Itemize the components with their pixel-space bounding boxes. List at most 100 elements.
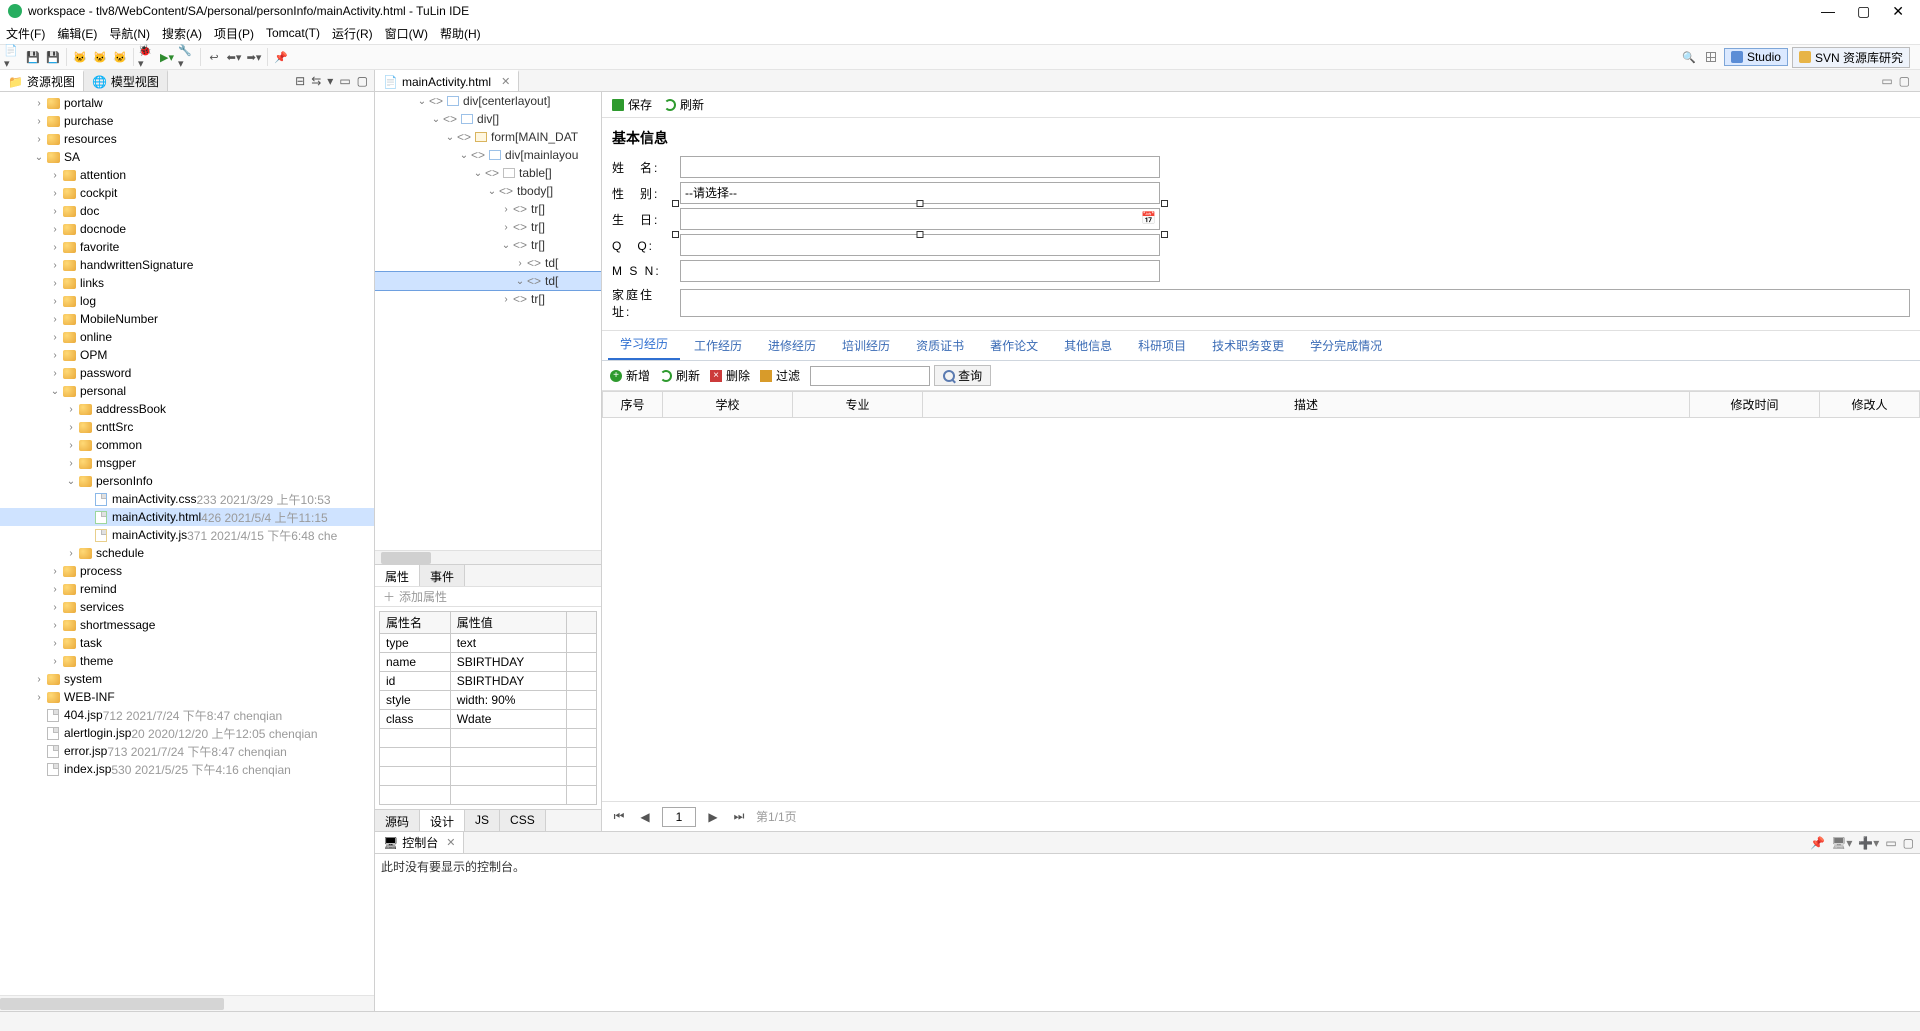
tab-resource-view[interactable]: 📁资源视图: [0, 70, 84, 91]
subtab[interactable]: 其他信息: [1052, 331, 1124, 360]
collapse-all-icon[interactable]: ⊟: [295, 74, 305, 88]
run-dropdown-icon[interactable]: ▶▾: [158, 48, 176, 66]
outline-node[interactable]: ⌄<>div[]: [375, 110, 601, 128]
outline-node[interactable]: ⌄<>div[centerlayout]: [375, 92, 601, 110]
tree-node[interactable]: ⌄personal: [0, 382, 374, 400]
console-pin-icon[interactable]: 📌: [1810, 836, 1825, 850]
property-row[interactable]: stylewidth: 90%: [380, 691, 597, 710]
tree-node[interactable]: ›addressBook: [0, 400, 374, 418]
grid-col-header[interactable]: 专业: [793, 392, 923, 418]
subtab[interactable]: 学分完成情况: [1298, 331, 1394, 360]
tree-node[interactable]: ›cockpit: [0, 184, 374, 202]
outline-node[interactable]: ⌄<>tr[]: [375, 236, 601, 254]
console-tab[interactable]: 🖥 控制台 ✕: [375, 832, 464, 853]
outline-node[interactable]: ⌄<>form[MAIN_DAT: [375, 128, 601, 146]
outline-node[interactable]: ⌄<>div[mainlayou: [375, 146, 601, 164]
tree-node[interactable]: ›attention: [0, 166, 374, 184]
tree-node[interactable]: ›remind: [0, 580, 374, 598]
tree-node[interactable]: ›theme: [0, 652, 374, 670]
tab-model-view[interactable]: 🌐模型视图: [84, 70, 168, 91]
property-row[interactable]: classWdate: [380, 710, 597, 729]
tree-node[interactable]: ›purchase: [0, 112, 374, 130]
sex-select[interactable]: --请选择--: [680, 182, 1160, 204]
menu-edit[interactable]: 编辑(E): [57, 25, 97, 42]
tab-design[interactable]: 设计: [420, 810, 465, 831]
console-display-icon[interactable]: 🖥▾: [1831, 836, 1852, 850]
outline-node[interactable]: ›<>tr[]: [375, 290, 601, 308]
property-row[interactable]: idSBIRTHDAY: [380, 672, 597, 691]
new-dropdown-icon[interactable]: 📄▾: [4, 48, 22, 66]
pager-page-input[interactable]: [662, 807, 696, 827]
tree-node[interactable]: ⌄personInfo: [0, 472, 374, 490]
tree-node[interactable]: ›MobileNumber: [0, 310, 374, 328]
tree-node[interactable]: ›shortmessage: [0, 616, 374, 634]
tree-node[interactable]: ⌄SA: [0, 148, 374, 166]
fwd-history-icon[interactable]: ➡▾: [245, 48, 263, 66]
window-maximize-icon[interactable]: ▢: [1857, 3, 1870, 20]
last-edit-icon[interactable]: ↩: [205, 48, 223, 66]
tree-node[interactable]: alertlogin.jsp 20 2020/12/20 上午12:05 che…: [0, 724, 374, 742]
tree-node[interactable]: ›services: [0, 598, 374, 616]
outline-node[interactable]: ›<>tr[]: [375, 218, 601, 236]
menu-run[interactable]: 运行(R): [332, 25, 373, 42]
subtab[interactable]: 培训经历: [830, 331, 902, 360]
pager-prev-icon[interactable]: ◀: [636, 808, 654, 826]
menu-search[interactable]: 搜索(A): [162, 25, 202, 42]
name-field[interactable]: [680, 156, 1160, 178]
tree-hscrollbar[interactable]: [0, 995, 374, 1011]
tree-node[interactable]: ›log: [0, 292, 374, 310]
tree-node[interactable]: ›resources: [0, 130, 374, 148]
tomcat-start-icon[interactable]: 🐱: [71, 48, 89, 66]
tree-node[interactable]: ›links: [0, 274, 374, 292]
tree-node[interactable]: ›task: [0, 634, 374, 652]
window-minimize-icon[interactable]: —: [1821, 3, 1835, 20]
subtab[interactable]: 工作经历: [682, 331, 754, 360]
data-grid[interactable]: 序号学校专业描述修改时间修改人: [602, 391, 1920, 801]
tab-properties[interactable]: 属性: [375, 565, 420, 586]
grid-col-header[interactable]: 修改时间: [1690, 392, 1820, 418]
grid-search-button[interactable]: 查询: [934, 365, 991, 386]
tree-node[interactable]: mainActivity.html 426 2021/5/4 上午11:15: [0, 508, 374, 526]
grid-col-header[interactable]: 修改人: [1820, 392, 1920, 418]
property-row[interactable]: nameSBIRTHDAY: [380, 653, 597, 672]
editor-tab-mainactivity[interactable]: 📄 mainActivity.html ✕: [375, 70, 519, 91]
console-max-icon[interactable]: ▢: [1903, 836, 1914, 850]
tree-node[interactable]: ›docnode: [0, 220, 374, 238]
grid-filter-button[interactable]: 过滤: [760, 367, 800, 384]
window-close-icon[interactable]: ✕: [1892, 3, 1904, 20]
maximize-view-icon[interactable]: ▢: [357, 74, 368, 88]
search-icon[interactable]: 🔍: [1680, 48, 1698, 66]
add-property-button[interactable]: ＋添加属性: [375, 586, 601, 606]
outline-hscrollbar[interactable]: [375, 550, 601, 564]
tree-node[interactable]: ›schedule: [0, 544, 374, 562]
tab-events[interactable]: 事件: [420, 565, 465, 586]
tab-css[interactable]: CSS: [500, 810, 546, 831]
tree-node[interactable]: ›handwrittenSignature: [0, 256, 374, 274]
properties-table[interactable]: 属性名 属性值 typetextnameSBIRTHDAYidSBIRTHDAY…: [379, 611, 597, 805]
minimize-view-icon[interactable]: ▭: [339, 74, 350, 88]
pager-next-icon[interactable]: ▶: [704, 808, 722, 826]
tree-node[interactable]: mainActivity.js 371 2021/4/15 下午6:48 che: [0, 526, 374, 544]
tomcat-restart-icon[interactable]: 🐱: [111, 48, 129, 66]
close-console-icon[interactable]: ✕: [446, 836, 455, 849]
property-row[interactable]: typetext: [380, 634, 597, 653]
grid-add-button[interactable]: +新增: [610, 367, 650, 384]
calendar-icon[interactable]: 📅: [1141, 211, 1156, 225]
tab-js[interactable]: JS: [465, 810, 500, 831]
ext-tool-dropdown-icon[interactable]: 🔧▾: [178, 48, 196, 66]
subtab[interactable]: 著作论文: [978, 331, 1050, 360]
save-all-icon[interactable]: 💾: [44, 48, 62, 66]
outline-node[interactable]: ⌄<>td[: [375, 272, 601, 290]
console-new-icon[interactable]: ➕▾: [1858, 836, 1879, 850]
tree-node[interactable]: 404.jsp 712 2021/7/24 下午8:47 chenqian: [0, 706, 374, 724]
grid-refresh-button[interactable]: 刷新: [660, 367, 700, 384]
menu-project[interactable]: 项目(P): [214, 25, 254, 42]
outline-node[interactable]: ›<>td[: [375, 254, 601, 272]
tomcat-stop-icon[interactable]: 🐱: [91, 48, 109, 66]
grid-col-header[interactable]: 描述: [923, 392, 1690, 418]
perspective-svn[interactable]: SVN 资源库研究: [1792, 47, 1910, 68]
outline-node[interactable]: ⌄<>tbody[]: [375, 182, 601, 200]
save-icon[interactable]: 💾: [24, 48, 42, 66]
tree-node[interactable]: ›online: [0, 328, 374, 346]
outline-node[interactable]: ⌄<>table[]: [375, 164, 601, 182]
